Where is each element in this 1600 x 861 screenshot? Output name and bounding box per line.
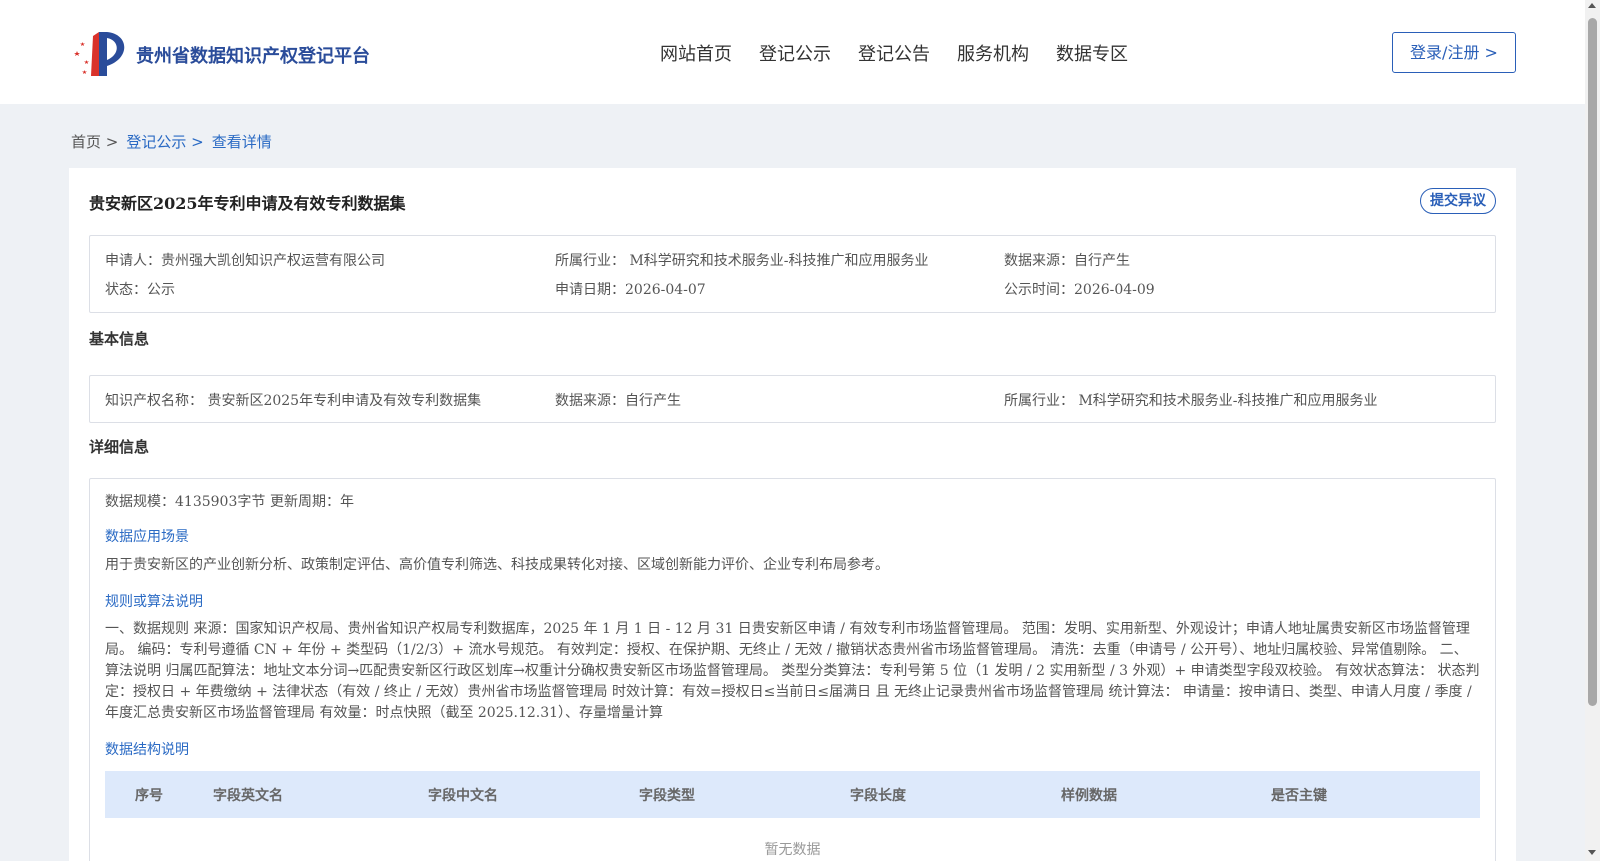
th-field-length: 字段长度 [850, 787, 906, 804]
detail-info-title: 详细信息 [89, 438, 150, 456]
th-field-cn: 字段中文名 [428, 787, 498, 804]
th-primary-key: 是否主键 [1271, 787, 1327, 804]
summary-box: 申请人：贵州强大凯创知识产权运营有限公司 所属行业： M科学研究和技术服务业-科… [89, 235, 1496, 313]
th-field-type: 字段类型 [639, 787, 695, 804]
breadcrumb-home[interactable]: 首页 > [71, 131, 118, 152]
status: 状态：公示 [105, 282, 175, 298]
applicant: 申请人：贵州强大凯创知识产权运营有限公司 [105, 253, 385, 269]
data-source: 数据来源：自行产生 [1004, 253, 1130, 269]
main-nav: 网站首页 登记公示 登记公告 服务机构 数据专区 [660, 40, 1155, 66]
detail-card: 贵安新区2025年专利申请及有效专利数据集 提交异议 申请人：贵州强大凯创知识产… [69, 168, 1516, 861]
scroll-thumb[interactable] [1588, 18, 1597, 706]
structure-title: 数据结构说明 [105, 742, 189, 758]
login-register-button[interactable]: 登录/注册 > [1392, 32, 1516, 73]
scroll-down-icon[interactable] [1588, 850, 1596, 855]
site-logo-icon[interactable] [71, 26, 131, 80]
site-header: 贵州省数据知识产权登记平台 网站首页 登记公示 登记公告 服务机构 数据专区 登… [0, 0, 1585, 104]
scroll-up-icon[interactable] [1588, 3, 1596, 8]
nav-registry-publicity[interactable]: 登记公示 [759, 40, 831, 66]
site-title[interactable]: 贵州省数据知识产权登记平台 [136, 42, 370, 68]
detail-info-box: 数据规模：4135903字节 更新周期：年 数据应用场景 用于贵安新区的产业创新… [89, 478, 1496, 861]
rule-text: 一、数据规则 来源：国家知识产权局、贵州省知识产权局专利数据库，2025 年 1… [105, 621, 1480, 721]
update-cycle: 更新周期：年 [270, 494, 354, 510]
breadcrumb-registry[interactable]: 登记公示 > [126, 131, 203, 152]
nav-service-agencies[interactable]: 服务机构 [957, 40, 1029, 66]
breadcrumb: 首页 > 登记公示 > 查看详情 [71, 131, 280, 152]
scenario-title: 数据应用场景 [105, 529, 189, 545]
submit-objection-button[interactable]: 提交异议 [1420, 188, 1496, 214]
ip-name: 知识产权名称： 贵安新区2025年专利申请及有效专利数据集 [105, 393, 482, 409]
data-scale: 数据规模：4135903字节 [105, 494, 266, 510]
nav-registry-announcement[interactable]: 登记公告 [858, 40, 930, 66]
dataset-title: 贵安新区2025年专利申请及有效专利数据集 [89, 194, 406, 213]
basic-info-title: 基本信息 [89, 330, 150, 348]
th-index: 序号 [135, 787, 163, 804]
th-field-en: 字段英文名 [213, 787, 283, 804]
structure-table-header: 序号 字段英文名 字段中文名 字段类型 字段长度 样例数据 是否主键 [105, 771, 1480, 818]
page-scrollbar[interactable] [1585, 0, 1600, 861]
breadcrumb-detail: 查看详情 [211, 133, 272, 151]
industry: 所属行业： M科学研究和技术服务业-科技推广和应用服务业 [555, 253, 929, 269]
basic-data-source: 数据来源：自行产生 [555, 393, 681, 409]
empty-state-text: 暂无数据 [764, 842, 821, 858]
rule-title: 规则或算法说明 [105, 594, 203, 610]
basic-industry: 所属行业： M科学研究和技术服务业-科技推广和应用服务业 [1004, 393, 1378, 409]
nav-data-zone[interactable]: 数据专区 [1056, 40, 1128, 66]
th-sample-data: 样例数据 [1061, 787, 1117, 804]
nav-home[interactable]: 网站首页 [660, 40, 732, 66]
scenario-text: 用于贵安新区的产业创新分析、政策制定评估、高价值专利筛选、科技成果转化对接、区域… [105, 557, 889, 573]
publish-time: 公示时间：2026-04-09 [1004, 282, 1155, 298]
apply-date: 申请日期：2026-04-07 [555, 282, 706, 298]
basic-info-box: 知识产权名称： 贵安新区2025年专利申请及有效专利数据集 数据来源：自行产生 … [89, 375, 1496, 423]
